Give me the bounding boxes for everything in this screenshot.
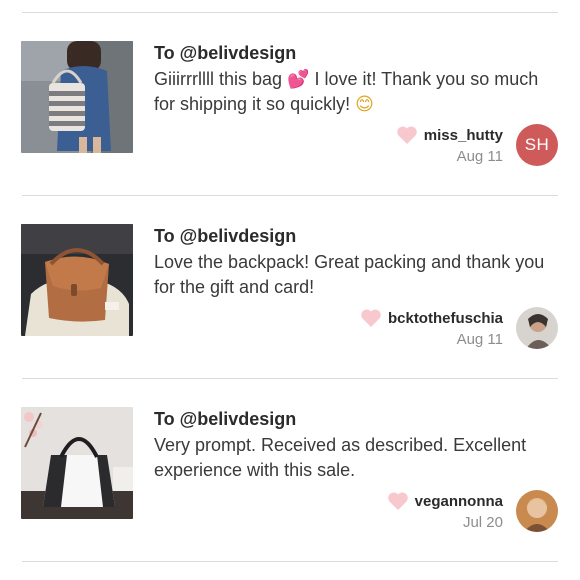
reviewer-username[interactable]: vegannonna: [415, 493, 503, 510]
reviewer-username[interactable]: miss_hutty: [424, 127, 503, 144]
white-tote-photo-icon: [21, 407, 133, 519]
review-recipient: To @belivdesign: [154, 43, 297, 63]
review-date: Aug 11: [456, 331, 503, 348]
review-card: To @belivdesign Giiirrrllll this bag 💕 I…: [0, 12, 580, 196]
product-thumbnail[interactable]: [21, 224, 133, 336]
review-recipient: To @belivdesign: [154, 409, 297, 429]
brown-backpack-photo-icon: [21, 224, 133, 336]
reviewer-username[interactable]: bcktothefuschia: [388, 310, 503, 327]
review-message: Love the backpack! Great packing and tha…: [154, 252, 545, 297]
review-card: To @belivdesign Love the backpack! Great…: [0, 195, 580, 379]
review-message: Giiirrrllll this bag 💕 I love it! Thank …: [154, 67, 554, 117]
heart-icon[interactable]: [360, 308, 382, 328]
reviewer-row: miss_hutty: [396, 123, 503, 147]
smiling-face-emoji-icon: 😊: [355, 94, 374, 115]
two-hearts-emoji-icon: 💕: [287, 69, 310, 90]
review-card: To @belivdesign Very prompt. Received as…: [0, 378, 580, 562]
profile-photo-icon: [516, 490, 558, 532]
avatar[interactable]: [516, 307, 558, 349]
divider: [22, 561, 558, 562]
message-text: Giiirrrllll this bag: [154, 69, 288, 89]
avatar[interactable]: [516, 490, 558, 532]
review-date: Aug 11: [456, 148, 503, 165]
review-recipient: To @belivdesign: [154, 226, 297, 246]
product-thumbnail[interactable]: [21, 407, 133, 519]
profile-photo-icon: [516, 307, 558, 349]
striped-bag-photo-icon: [21, 41, 133, 153]
heart-icon[interactable]: [387, 491, 409, 511]
review-date: Jul 20: [462, 514, 503, 531]
heart-icon[interactable]: [396, 125, 418, 145]
product-thumbnail[interactable]: [21, 41, 133, 153]
reviewer-row: bcktothefuschia: [360, 306, 503, 330]
reviewer-row: vegannonna: [387, 489, 503, 513]
avatar[interactable]: SH: [516, 124, 558, 166]
review-message: Very prompt. Received as described. Exce…: [154, 435, 527, 480]
